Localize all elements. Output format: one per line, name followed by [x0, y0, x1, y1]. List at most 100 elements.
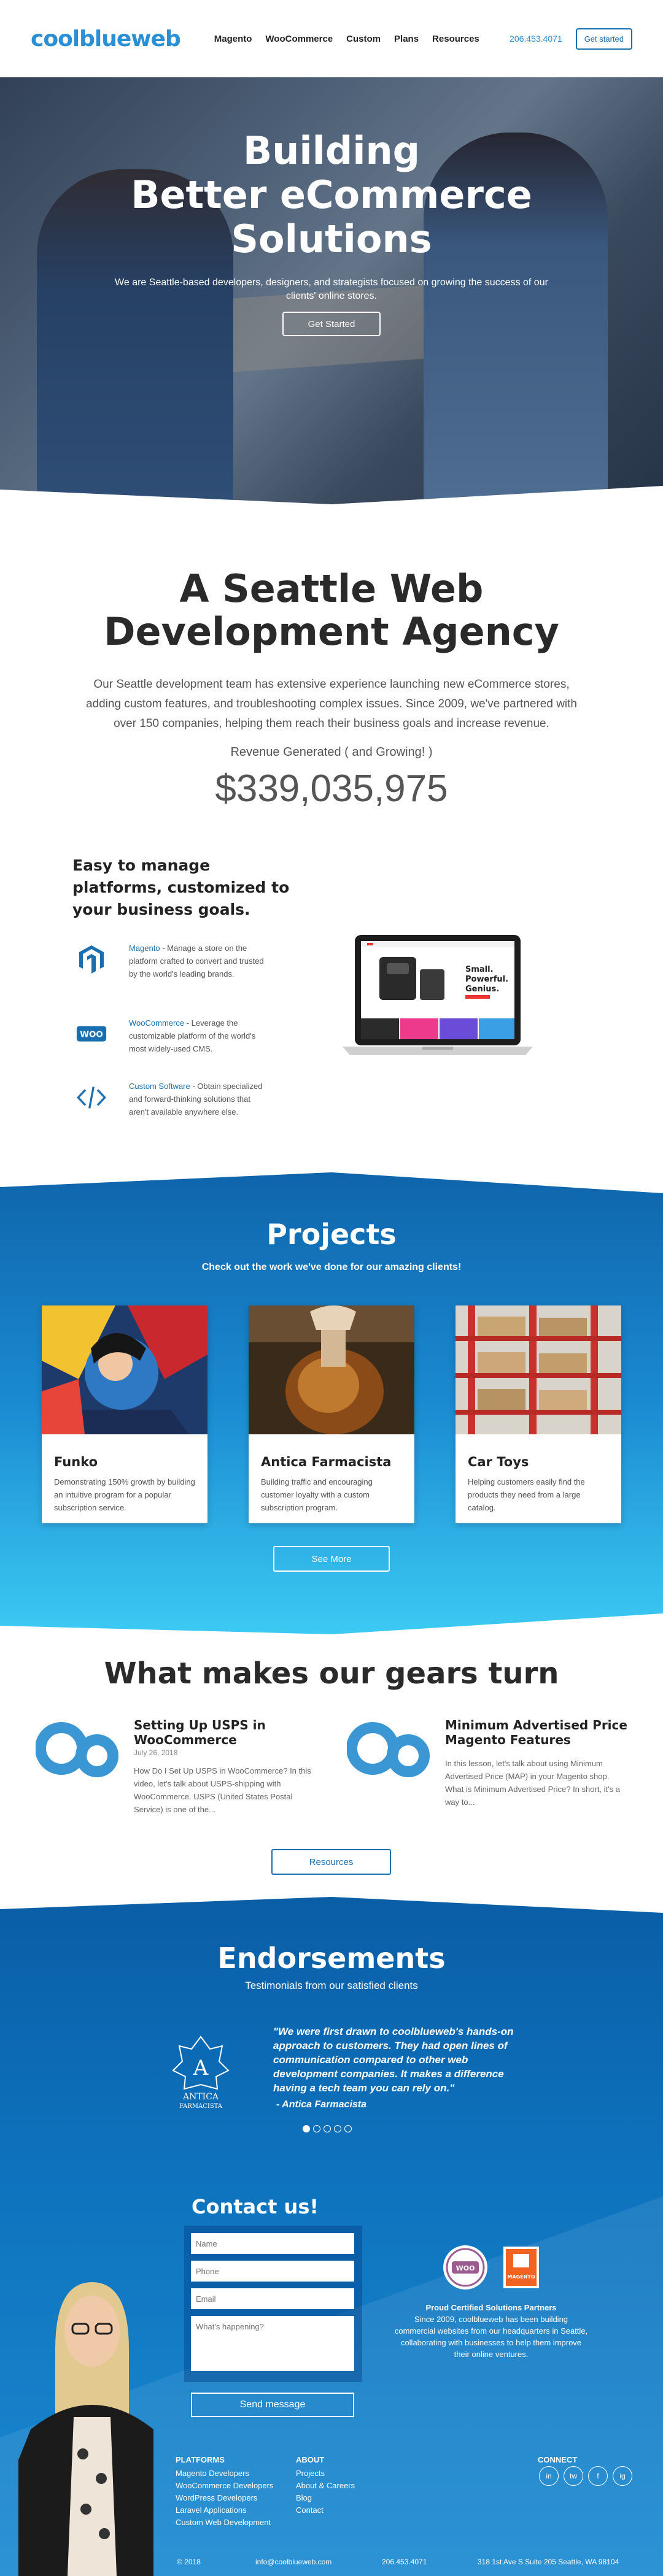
- partner-text: Since 2009, coolblueweb has been buildin…: [394, 2315, 588, 2359]
- project-card-antica[interactable]: Antica Farmacista Building traffic and e…: [249, 1305, 414, 1523]
- nav-custom[interactable]: Custom: [346, 34, 381, 44]
- twitter-icon[interactable]: tw: [564, 2466, 583, 2486]
- carousel-dot[interactable]: [334, 2125, 341, 2132]
- project-description: Demonstrating 150% growth by building an…: [54, 1477, 195, 1512]
- linkedin-icon[interactable]: in: [539, 2466, 559, 2486]
- testimonial-quote: "We were first drawn to coolblueweb's ha…: [273, 2026, 514, 2094]
- platform-name[interactable]: WooCommerce: [129, 1018, 184, 1028]
- footer-link[interactable]: About & Careers: [296, 2480, 355, 2492]
- platform-item-magento: Magento - Manage a store on the platform…: [72, 942, 269, 1003]
- footer-platforms: PLATFORMS Magento Developers WooCommerce…: [176, 2454, 273, 2529]
- laptop-image: Small. Powerful. Genius.: [343, 935, 533, 1055]
- funko-image: [42, 1305, 207, 1434]
- resources-button[interactable]: Resources: [271, 1849, 391, 1875]
- carousel-dot[interactable]: [344, 2125, 352, 2132]
- partner-badges: WOO MAGENTO: [443, 2245, 539, 2290]
- agency-title: A Seattle Web Development Agency: [104, 566, 559, 654]
- projects-top-divider: [0, 1169, 663, 1193]
- partner-title: Proud Certified Solutions Partners: [425, 2303, 557, 2312]
- carousel-dot[interactable]: [324, 2125, 331, 2132]
- antica-image: [249, 1305, 414, 1434]
- magento-icon: [76, 944, 107, 975]
- project-card-car-toys[interactable]: Car Toys Helping customers easily find t…: [456, 1305, 621, 1523]
- project-description: Building traffic and encouraging custome…: [261, 1477, 373, 1512]
- platform-item-woocommerce: WOO WooCommerce - Leverage the customiza…: [72, 1017, 269, 1078]
- social-links: in tw f ig: [539, 2466, 632, 2486]
- svg-text:FARMACISTA: FARMACISTA: [179, 2103, 223, 2110]
- projects-subtitle: Check out the work we've done for our am…: [201, 1262, 462, 1272]
- send-message-button[interactable]: Send message: [191, 2393, 354, 2417]
- svg-text:Small.: Small.: [465, 965, 494, 974]
- footer-email[interactable]: info@coolblueweb.com: [255, 2558, 332, 2566]
- hero-subtitle: We are Seattle-based developers, designe…: [115, 277, 548, 301]
- nav-woocommerce[interactable]: WooCommerce: [265, 34, 333, 44]
- code-icon: [76, 1082, 107, 1113]
- post-excerpt: How Do I Set Up USPS in WooCommerce? In …: [134, 1766, 311, 1814]
- project-name: Funko: [54, 1455, 98, 1469]
- platform-name[interactable]: Magento: [129, 944, 160, 953]
- footer-about: ABOUT Projects About & Careers Blog Cont…: [296, 2454, 355, 2516]
- projects-bottom-divider: [0, 1613, 663, 1638]
- gears-icon: [36, 1722, 118, 1777]
- platform-name[interactable]: Custom Software: [129, 1082, 190, 1091]
- instagram-icon[interactable]: ig: [613, 2466, 632, 2486]
- logo[interactable]: coolblueweb: [31, 26, 181, 52]
- copyright: © 2018: [177, 2558, 201, 2566]
- carousel-dot[interactable]: [303, 2125, 310, 2132]
- post-title[interactable]: Setting Up USPS in WooCommerce: [134, 1718, 330, 1747]
- get-started-button[interactable]: Get started: [575, 28, 632, 50]
- footer-link[interactable]: Blog: [296, 2492, 355, 2504]
- carousel-dot[interactable]: [313, 2125, 320, 2132]
- svg-text:WOO: WOO: [456, 2264, 475, 2272]
- gears-title: What makes our gears turn: [104, 1656, 559, 1691]
- svg-text:Genius.: Genius.: [465, 985, 499, 994]
- revenue-label: Revenue Generated ( and Growing! ): [230, 745, 433, 759]
- nav-resources[interactable]: Resources: [432, 34, 479, 44]
- platform-item-custom: Custom Software - Obtain specialized and…: [72, 1080, 269, 1141]
- blog-post: Setting Up USPS in WooCommerce July 26, …: [36, 1718, 330, 1814]
- endorsements-subtitle: Testimonials from our satisfied clients: [245, 1980, 418, 1991]
- footer-link[interactable]: Contact: [296, 2504, 355, 2516]
- footer-link[interactable]: WordPress Developers: [176, 2492, 273, 2504]
- footer-link[interactable]: Custom Web Development: [176, 2516, 273, 2529]
- partner-info: Proud Certified Solutions Partners Since…: [393, 2302, 589, 2360]
- post-title[interactable]: Minimum Advertised Price Magento Feature…: [445, 1718, 642, 1747]
- agency-description: Our Seattle development team has extensi…: [86, 678, 577, 730]
- name-field[interactable]: [191, 2233, 354, 2254]
- nav-magento[interactable]: Magento: [214, 34, 252, 44]
- footer-link[interactable]: Projects: [296, 2467, 355, 2480]
- svg-text:ANTICA: ANTICA: [182, 2092, 219, 2102]
- footer-bar: © 2018 info@coolblueweb.com 206.453.4071…: [0, 2555, 663, 2569]
- footer-address: 318 1st Ave S Suite 205 Seattle, WA 9810…: [478, 2558, 619, 2566]
- footer-link[interactable]: Magento Developers: [176, 2467, 273, 2480]
- see-more-button[interactable]: See More: [273, 1546, 390, 1572]
- hero-title: Building Better eCommerce Solutions: [131, 128, 532, 261]
- revenue-value: $339,035,975: [215, 767, 448, 810]
- svg-text:A: A: [193, 2056, 209, 2080]
- carousel-dots: [303, 2125, 352, 2132]
- project-description: Helping customers easily find the produc…: [468, 1477, 585, 1512]
- woo-icon: WOO: [76, 1019, 107, 1050]
- email-field[interactable]: [191, 2288, 354, 2309]
- footer-phone[interactable]: 206.453.4071: [382, 2558, 427, 2566]
- phone-field[interactable]: [191, 2261, 354, 2282]
- footer-link[interactable]: WooCommerce Developers: [176, 2480, 273, 2492]
- svg-text:WOO: WOO: [80, 1030, 103, 1039]
- footer-link[interactable]: Laravel Applications: [176, 2504, 273, 2516]
- hero-wave-divider: [0, 486, 663, 509]
- svg-text:Powerful.: Powerful.: [465, 975, 508, 984]
- endorsements-top-divider: [0, 1894, 663, 1913]
- message-field[interactable]: [191, 2316, 354, 2371]
- endorsements-title: Endorsements: [217, 1942, 446, 1975]
- car-toys-image: [456, 1305, 621, 1434]
- testimonial-author: - Antica Farmacista: [276, 2099, 367, 2110]
- header-phone-link[interactable]: 206.453.4071: [510, 34, 562, 44]
- project-card-funko[interactable]: Funko Demonstrating 150% growth by build…: [42, 1305, 207, 1523]
- post-excerpt: In this lesson, let's talk about using M…: [445, 1759, 620, 1807]
- contact-person-image: [18, 2282, 153, 2576]
- nav-plans[interactable]: Plans: [394, 34, 419, 44]
- main-nav: Magento WooCommerce Custom Plans Resourc…: [214, 34, 479, 44]
- contact-title: Contact us!: [192, 2195, 319, 2218]
- facebook-icon[interactable]: f: [588, 2466, 608, 2486]
- hero-get-started-button[interactable]: Get Started: [282, 312, 381, 336]
